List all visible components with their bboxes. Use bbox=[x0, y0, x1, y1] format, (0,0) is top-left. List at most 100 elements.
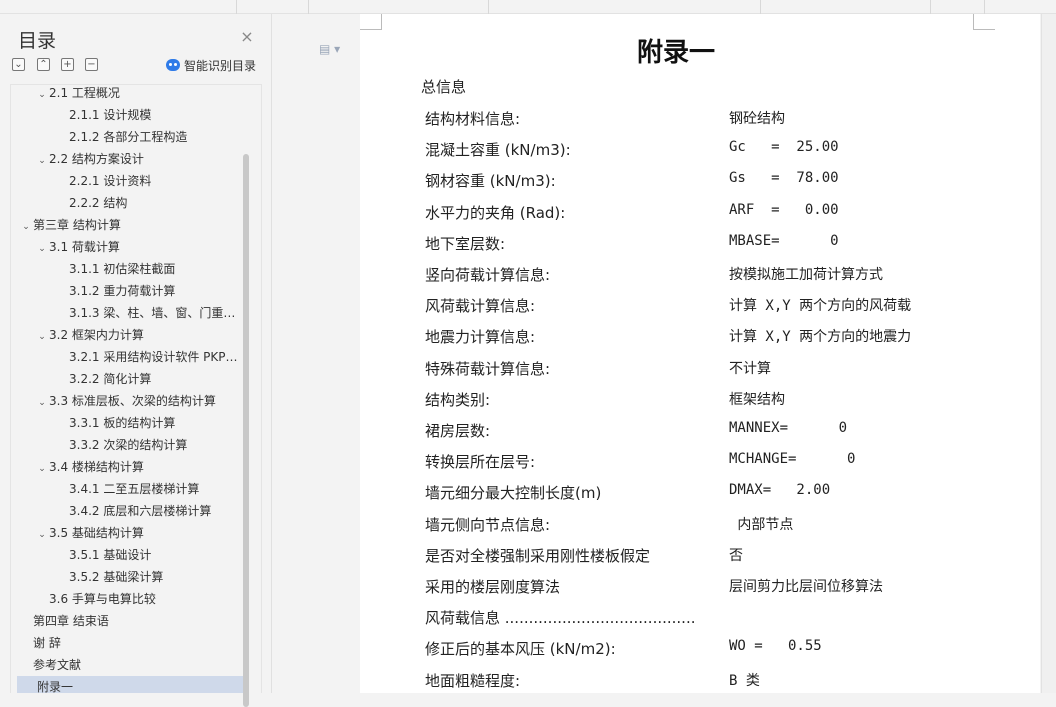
doc-row: 裙房层数: MANNEX= 0 bbox=[425, 420, 985, 442]
toc-item[interactable]: 3.3.2 次梁的结构计算 bbox=[11, 434, 243, 456]
doc-row-label: 结构类别: bbox=[425, 390, 491, 409]
doc-row-label: 地面粗糙程度: bbox=[425, 671, 521, 690]
toc-item[interactable]: ⌄ 3.3 标准层板、次梁的结构计算 bbox=[11, 390, 243, 412]
toc-item[interactable]: ⌄ 2.2 结构方案设计 bbox=[11, 148, 243, 170]
toc-item[interactable]: 2.2.2 结构 bbox=[11, 192, 243, 214]
toc-item[interactable]: 谢 辞 bbox=[11, 632, 243, 654]
toc-item[interactable]: 3.4.1 二至五层楼梯计算 bbox=[11, 478, 243, 500]
chevron-down-icon[interactable]: ⌄ bbox=[35, 326, 49, 346]
toc-item[interactable]: 3.1.3 梁、柱、墙、窗、门重… bbox=[11, 302, 243, 324]
chevron-down-icon[interactable]: ⌄ bbox=[19, 216, 33, 236]
toc-item-label: 2.1.1 设计规模 bbox=[69, 108, 152, 122]
doc-row-value: 不计算 bbox=[729, 360, 771, 377]
doc-row-label: 墙元细分最大控制长度(m) bbox=[425, 484, 602, 503]
toc-item[interactable]: 2.1.1 设计规模 bbox=[11, 104, 243, 126]
doc-row: 采用的楼层刚度算法 层间剪力比层间位移算法 bbox=[425, 576, 985, 598]
toc-item[interactable]: ⌄ 第三章 结构计算 bbox=[11, 214, 243, 236]
doc-row-label: 采用的楼层刚度算法 bbox=[425, 578, 561, 596]
toc-item[interactable]: ⌄ 3.1 荷载计算 bbox=[11, 236, 243, 258]
chevron-down-icon[interactable]: ⌄ bbox=[35, 458, 49, 478]
ruler-divider bbox=[236, 0, 237, 14]
toc-item[interactable]: 2.2.1 设计资料 bbox=[11, 170, 243, 192]
doc-row-label: 修正后的基本风压 (kN/m2): bbox=[425, 640, 616, 659]
toc-item[interactable]: 3.4.2 底层和六层楼梯计算 bbox=[11, 500, 243, 522]
doc-row: 是否对全楼强制采用刚性楼板假定 否 bbox=[425, 545, 985, 567]
doc-row: 地面粗糙程度: B 类 bbox=[425, 670, 985, 692]
toc-item[interactable]: ⌄ 3.2 框架内力计算 bbox=[11, 324, 243, 346]
doc-row-label: 裙房层数: bbox=[425, 422, 491, 440]
toc-item[interactable]: 2.1.2 各部分工程构造 bbox=[11, 126, 243, 148]
toc-item[interactable]: ⌄ 3.4 楼梯结构计算 bbox=[11, 456, 243, 478]
collapse-all-icon[interactable]: ⌄ bbox=[12, 58, 25, 71]
chevron-down-icon[interactable]: ⌄ bbox=[35, 85, 49, 104]
doc-row: 风荷载信息 ..................................… bbox=[425, 607, 985, 629]
chevron-down-icon[interactable]: ⌄ bbox=[35, 392, 49, 412]
toc-item[interactable]: 3.1.2 重力荷载计算 bbox=[11, 280, 243, 302]
ruler-divider bbox=[488, 0, 489, 14]
close-icon[interactable]: × bbox=[238, 28, 256, 46]
doc-row-value: 计算 X,Y 两个方向的风荷载 bbox=[729, 298, 912, 315]
doc-row-label: 混凝土容重 (kN/m3): bbox=[425, 141, 571, 160]
smart-toc-button[interactable]: 智能识别目录 bbox=[166, 57, 256, 73]
toc-item[interactable]: 3.5.1 基础设计 bbox=[11, 544, 243, 566]
toc-item-label: 2.1 工程概况 bbox=[49, 86, 120, 100]
page-corner-mark bbox=[360, 14, 382, 30]
doc-row: 转换层所在层号: MCHANGE= 0 bbox=[425, 451, 985, 473]
toc-item-label: 第三章 结构计算 bbox=[33, 218, 121, 232]
doc-row-value: Gs = 78.00 bbox=[729, 170, 839, 187]
smart-toc-label: 智能识别目录 bbox=[184, 59, 257, 73]
toc-title: 目录 bbox=[18, 30, 57, 52]
toc-item[interactable]: 第四章 结束语 bbox=[11, 610, 243, 632]
toc-item[interactable]: 3.5.2 基础梁计算 bbox=[11, 566, 243, 588]
doc-row: 墙元侧向节点信息: 内部节点 bbox=[425, 514, 985, 536]
toc-item[interactable]: ⌄ 3.5 基础结构计算 bbox=[11, 522, 243, 544]
page-view-icon[interactable]: ▤ ▾ bbox=[319, 42, 340, 56]
doc-row-value: B 类 bbox=[729, 672, 760, 689]
doc-row-label: 墙元侧向节点信息: bbox=[425, 515, 551, 534]
chevron-down-icon[interactable]: ⌄ bbox=[35, 524, 49, 544]
doc-row-label: 风荷载信息 ..................................… bbox=[425, 609, 696, 628]
toc-item-label: 参考文献 bbox=[33, 658, 82, 672]
ruler-divider bbox=[760, 0, 761, 14]
toc-item-label: 3.4 楼梯结构计算 bbox=[49, 460, 144, 474]
toc-item-label: 3.2.1 采用结构设计软件 PKP… bbox=[69, 350, 238, 364]
toc-item-label: 附录一 bbox=[37, 680, 74, 693]
ruler-divider bbox=[984, 0, 985, 14]
toc-item[interactable]: 3.1.1 初估梁柱截面 bbox=[11, 258, 243, 280]
chevron-down-icon[interactable]: ⌄ bbox=[35, 150, 49, 170]
right-scroll-strip[interactable] bbox=[1041, 14, 1056, 693]
document-area: ▤ ▾ 附录一 总信息 结构材料信息: 钢砼结构 混凝土容重 (kN/m3): Gc … bbox=[273, 14, 1056, 693]
toc-item-label: 2.2.1 设计资料 bbox=[69, 174, 152, 188]
doc-row: 墙元细分最大控制长度(m) DMAX= 2.00 bbox=[425, 482, 985, 504]
toc-item[interactable]: 3.2.1 采用结构设计软件 PKP… bbox=[11, 346, 243, 368]
doc-row: 结构材料信息: 钢砼结构 bbox=[425, 108, 985, 130]
doc-row-label: 特殊荷载计算信息: bbox=[425, 359, 551, 378]
toc-item-label: 谢 辞 bbox=[33, 636, 61, 650]
toc-item[interactable]: 3.6 手算与电算比较 bbox=[11, 588, 243, 610]
toc-item-label: 3.1.1 初估梁柱截面 bbox=[69, 262, 176, 276]
toc-item[interactable]: 附录一 bbox=[17, 676, 249, 693]
expand-up-icon[interactable]: ⌃ bbox=[37, 58, 50, 71]
toc-item-label: 第四章 结束语 bbox=[33, 614, 109, 628]
doc-row: 结构类别: 框架结构 bbox=[425, 389, 985, 411]
doc-row: 特殊荷载计算信息: 不计算 bbox=[425, 358, 985, 380]
doc-row-value: MCHANGE= 0 bbox=[729, 451, 856, 468]
toc-item-label: 2.1.2 各部分工程构造 bbox=[69, 130, 188, 144]
toc-item[interactable]: 3.2.2 简化计算 bbox=[11, 368, 243, 390]
doc-row-value: 计算 X,Y 两个方向的地震力 bbox=[729, 329, 912, 346]
toc-item[interactable]: ⌄ 2.1 工程概况 bbox=[11, 85, 243, 104]
doc-row-value: Gc = 25.00 bbox=[729, 139, 839, 156]
doc-row: 修正后的基本风压 (kN/m2): WO = 0.55 bbox=[425, 638, 985, 660]
remove-heading-icon[interactable]: − bbox=[85, 58, 98, 71]
chevron-down-icon[interactable]: ⌄ bbox=[35, 238, 49, 258]
toc-item-label: 3.1.2 重力荷载计算 bbox=[69, 284, 176, 298]
toc-item[interactable]: 3.3.1 板的结构计算 bbox=[11, 412, 243, 434]
doc-row: 水平力的夹角 (Rad): ARF = 0.00 bbox=[425, 202, 985, 224]
ruler-divider bbox=[308, 0, 309, 14]
toc-item[interactable]: 参考文献 bbox=[11, 654, 243, 676]
doc-row-label: 钢材容重 (kN/m3): bbox=[425, 172, 556, 191]
toc-scrollbar[interactable] bbox=[243, 154, 249, 707]
ruler-divider bbox=[930, 0, 931, 14]
add-heading-icon[interactable]: + bbox=[61, 58, 74, 71]
doc-row-value: 内部节点 bbox=[729, 516, 794, 533]
